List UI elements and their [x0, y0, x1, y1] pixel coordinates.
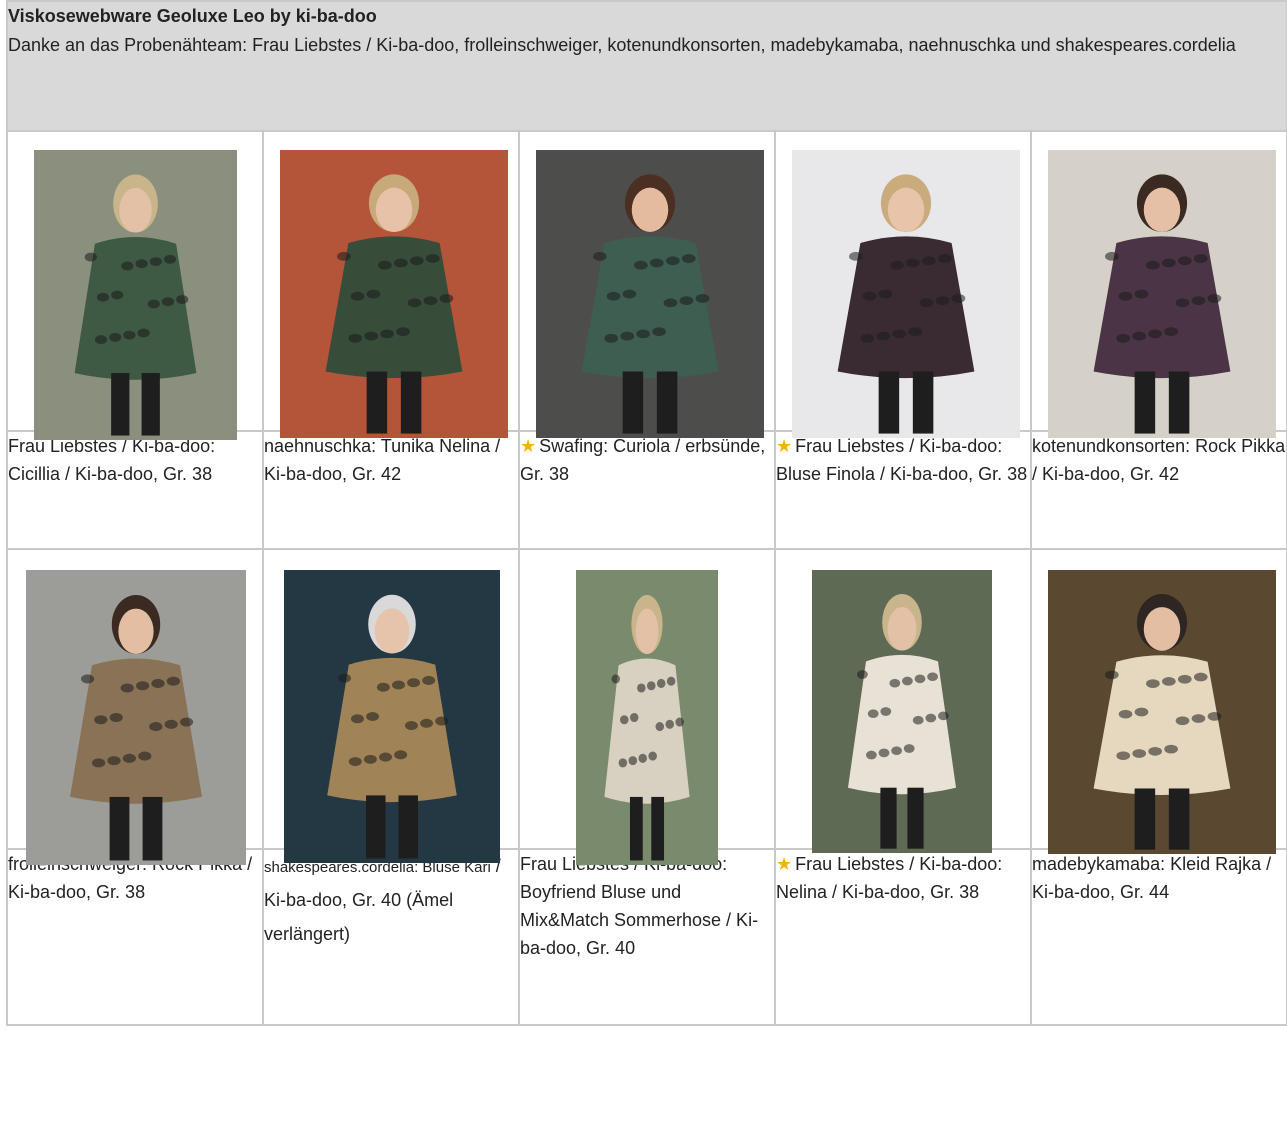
star-icon: ★	[776, 436, 793, 456]
photo-cell	[6, 548, 264, 865]
caption-text: naehnuschka: Tunika Nelina / Ki-ba-doo, …	[264, 436, 501, 484]
caption-cell: Frau Liebstes / Ki-ba-doo: Cicillia / Ki…	[6, 430, 264, 550]
photo[interactable]	[280, 150, 508, 438]
photo-row-2	[6, 548, 1287, 865]
photo-cell	[6, 130, 264, 440]
caption-cell: Frau Liebstes / Ki-ba-doo: Boyfriend Blu…	[518, 848, 776, 1026]
caption-cell: naehnuschka: Tunika Nelina / Ki-ba-doo, …	[262, 430, 520, 550]
page: Viskosewebware Geoluxe Leo by ki-ba-doo …	[0, 0, 1287, 1144]
photo-cell	[774, 130, 1032, 438]
caption-text: Frau Liebstes / Ki-ba-doo: Nelina / Ki-b…	[776, 854, 1003, 902]
photo[interactable]	[812, 570, 992, 853]
caption-row-1: Frau Liebstes / Ki-ba-doo: Cicillia / Ki…	[6, 430, 1287, 550]
caption-text: Frau Liebstes / Ki-ba-doo: Bluse Finola …	[776, 436, 1028, 484]
photo[interactable]	[1048, 150, 1276, 438]
caption-cell: ★ Frau Liebstes / Ki-ba-doo: Nelina / Ki-…	[774, 848, 1032, 1026]
page-title: Viskosewebware Geoluxe Leo by ki-ba-doo	[8, 6, 377, 26]
photo[interactable]	[26, 570, 246, 865]
thanks-text: Danke an das Probenähteam: Frau Liebstes…	[8, 35, 1236, 55]
caption-cell: kotenundkonsorten: Rock Pikka / Ki-ba-do…	[1030, 430, 1287, 550]
photo[interactable]	[536, 150, 764, 438]
photo-cell	[774, 548, 1032, 853]
caption-text: madebykamaba: Kleid Rajka / Ki-ba-doo, G…	[1032, 854, 1272, 902]
photo[interactable]	[34, 150, 237, 440]
photo-cell	[1030, 548, 1287, 854]
caption-text: Frau Liebstes / Ki-ba-doo: Cicillia / Ki…	[8, 436, 216, 484]
caption-cell: ★ Frau Liebstes / Ki-ba-doo: Bluse Finola…	[774, 430, 1032, 550]
caption-cell: madebykamaba: Kleid Rajka / Ki-ba-doo, G…	[1030, 848, 1287, 1026]
photo[interactable]	[576, 570, 718, 865]
photo[interactable]	[284, 570, 500, 863]
star-icon: ★	[520, 436, 537, 456]
star-icon: ★	[776, 854, 793, 874]
caption-cell: ★ Swafing: Curiola / erbsünde, Gr. 38	[518, 430, 776, 550]
table-header-cell: Viskosewebware Geoluxe Leo by ki-ba-doo …	[6, 0, 1287, 132]
photo[interactable]	[792, 150, 1020, 438]
photo-row-1	[6, 130, 1287, 440]
caption-text: Frau Liebstes / Ki-ba-doo: Boyfriend Blu…	[520, 854, 759, 958]
photo-cell	[518, 548, 776, 865]
photo-cell	[1030, 130, 1287, 438]
fabric-gallery-table: Viskosewebware Geoluxe Leo by ki-ba-doo …	[6, 0, 1287, 1026]
caption-cell: frolleinschweiger: Rock Pikka / Ki-ba-do…	[6, 848, 264, 1026]
photo[interactable]	[1048, 570, 1276, 854]
photo-cell	[518, 130, 776, 438]
photo-cell	[262, 130, 520, 438]
caption-text: Swafing: Curiola / erbsünde, Gr. 38	[520, 436, 766, 484]
photo-cell	[262, 548, 520, 863]
caption-row-2: frolleinschweiger: Rock Pikka / Ki-ba-do…	[6, 848, 1287, 1026]
caption-cell: shakespeares.cordelia: Bluse Kari / Ki-b…	[262, 848, 520, 1026]
caption-text: kotenundkonsorten: Rock Pikka / Ki-ba-do…	[1032, 436, 1286, 484]
